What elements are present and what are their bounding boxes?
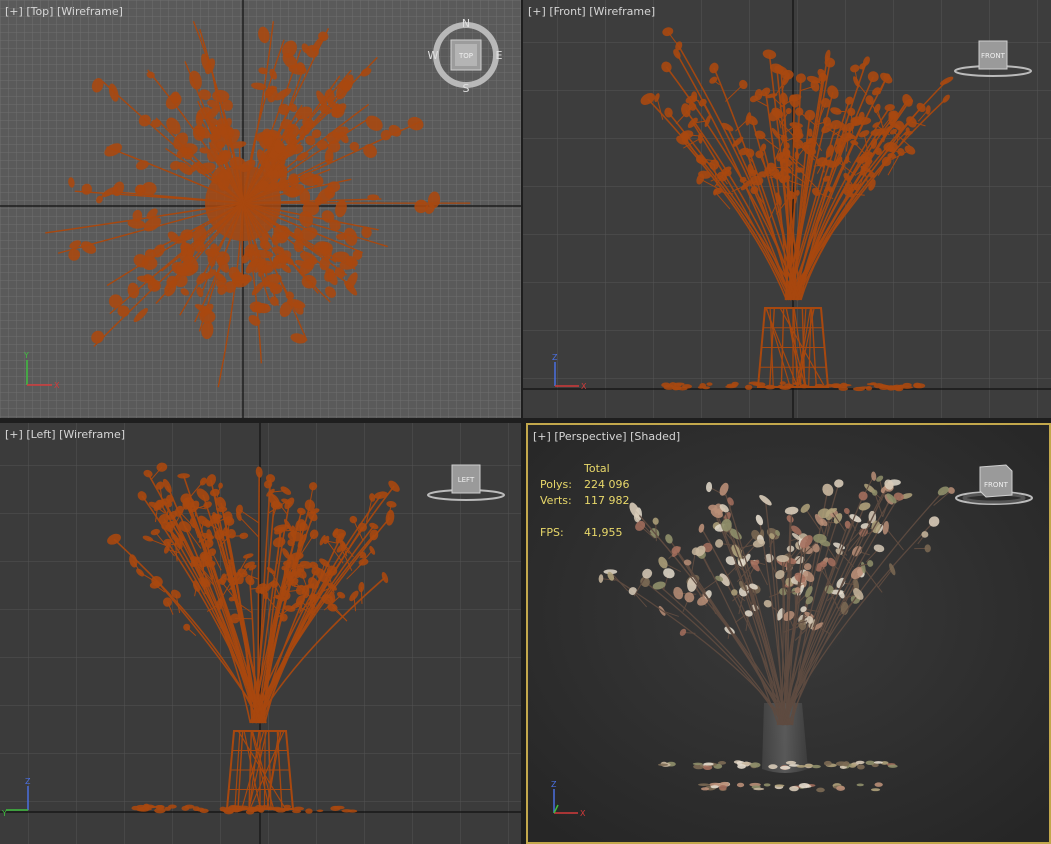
stats-verts-value: 117 982: [584, 494, 630, 507]
axis-y-label: Y: [23, 351, 29, 360]
axis-z-label: Z: [552, 353, 558, 362]
stats-fps-value: 41,955: [584, 526, 623, 539]
viewcube-left-label: LEFT: [458, 476, 475, 484]
viewport-view-menu[interactable]: [Left]: [26, 428, 55, 441]
viewport-view-menu[interactable]: [Perspective]: [554, 430, 626, 443]
stats-polys-value: 224 096: [584, 478, 630, 491]
top-viewport-canvas: TOP N S E W Y X: [0, 0, 521, 418]
compass-west: W: [428, 49, 439, 62]
compass-east: E: [496, 49, 503, 62]
stats-verts-label: Verts:: [540, 494, 572, 507]
viewcube-perspective-label: FRONT: [984, 481, 1009, 489]
axis-x-label: X: [54, 381, 60, 390]
viewport-menu-button[interactable]: [+]: [533, 430, 551, 443]
viewport-menu-button[interactable]: [+]: [528, 5, 546, 18]
stats-header: Total: [584, 462, 610, 475]
viewport-view-menu[interactable]: [Front]: [549, 5, 585, 18]
viewport-shading-menu[interactable]: [Shaded]: [630, 430, 680, 443]
viewcube-front-label: FRONT: [981, 52, 1006, 60]
viewport-view-menu[interactable]: [Top]: [26, 5, 53, 18]
axis-y-label: Y: [1, 809, 7, 818]
viewport-menu-button[interactable]: [+]: [5, 428, 23, 441]
viewport-left[interactable]: LEFT Z Y [+] [Left] [Wireframe]: [0, 423, 521, 844]
compass-north: N: [462, 17, 470, 30]
viewport-menu-button[interactable]: [+]: [5, 5, 23, 18]
viewport-label-perspective: [+] [Perspective] [Shaded]: [533, 430, 680, 443]
viewcube-top-label: TOP: [458, 52, 473, 60]
statistics-overlay: Total Polys: 224 096 Verts: 117 982 FPS: 41…: [540, 461, 630, 541]
compass-south: S: [463, 82, 470, 95]
left-viewport-canvas: LEFT Z Y: [0, 423, 521, 844]
viewport-label-front: [+] [Front] [Wireframe]: [528, 5, 655, 18]
stats-fps-label: FPS:: [540, 526, 564, 539]
axis-x-label: X: [581, 382, 587, 391]
viewport-perspective[interactable]: FRONT Z X [+] [Perspective] [Shaded] Tot…: [526, 423, 1051, 844]
viewport-front[interactable]: FRONT Z X [+] [Front] [Wireframe]: [523, 0, 1051, 418]
viewport-shading-menu[interactable]: [Wireframe]: [589, 5, 655, 18]
viewport-label-left: [+] [Left] [Wireframe]: [5, 428, 125, 441]
stats-polys-label: Polys:: [540, 478, 572, 491]
viewport-shading-menu[interactable]: [Wireframe]: [57, 5, 123, 18]
viewport-shading-menu[interactable]: [Wireframe]: [59, 428, 125, 441]
viewport-label-top: [+] [Top] [Wireframe]: [5, 5, 123, 18]
front-viewport-canvas: FRONT Z X: [523, 0, 1051, 418]
axis-z-label: Z: [25, 777, 31, 786]
viewport-top[interactable]: TOP N S E W Y X [+] [Top] [Wireframe]: [0, 0, 521, 418]
axis-x-label: X: [580, 809, 586, 818]
axis-z-label: Z: [551, 780, 557, 789]
